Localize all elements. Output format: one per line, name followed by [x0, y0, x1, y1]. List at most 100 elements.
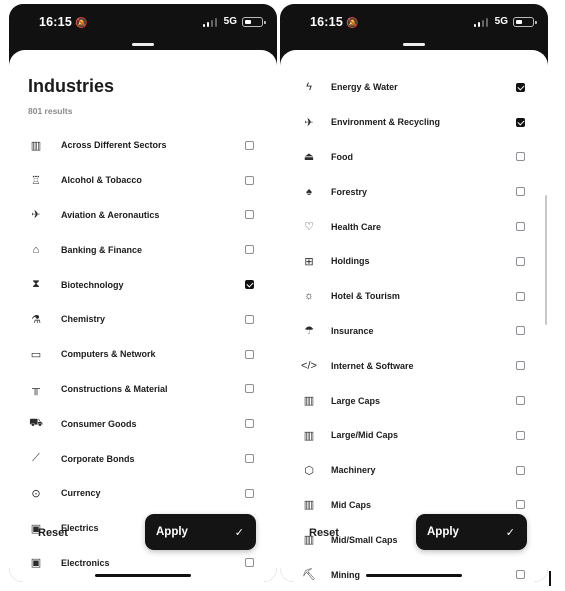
reset-button[interactable]: Reset	[309, 527, 339, 539]
item-label: Mid Caps	[331, 499, 372, 510]
item-checkbox[interactable]	[516, 430, 525, 440]
results-count: 801 results	[28, 106, 73, 116]
sheet-grabber[interactable]	[132, 43, 154, 46]
item-label: Biotechnology	[61, 279, 124, 290]
item-checkbox[interactable]	[516, 326, 525, 336]
left-phone-screen: 16:15 🔕 5G Industries 801 results ▥ Across…	[9, 4, 277, 582]
item-checkbox[interactable]	[245, 349, 254, 359]
item-checkbox[interactable]	[516, 570, 525, 580]
heart-icon: ♡	[304, 221, 314, 234]
list-item[interactable]: </> Internet & Software	[280, 348, 548, 383]
item-label: Large Caps	[331, 395, 381, 406]
list-item[interactable]: ϟ Energy & Water	[280, 70, 548, 105]
item-label: Chemistry	[61, 314, 106, 325]
item-checkbox[interactable]	[245, 384, 254, 394]
item-checkbox[interactable]	[516, 500, 525, 510]
sheet-grabber[interactable]	[403, 43, 425, 46]
item-checkbox[interactable]	[516, 187, 525, 197]
list-item[interactable]: ▥ Large/Mid Caps	[280, 418, 548, 453]
item-label: Machinery	[331, 465, 376, 476]
barrier-icon: ╥	[32, 382, 40, 395]
item-label: Food	[331, 151, 353, 162]
status-bar: 16:15 🔕 5G	[9, 4, 277, 40]
reset-button[interactable]: Reset	[38, 527, 68, 539]
item-label: Insurance	[331, 325, 374, 336]
item-checkbox[interactable]	[245, 245, 254, 255]
list-item[interactable]: ▭ Computers & Network	[9, 337, 277, 372]
list-item[interactable]: ✈ Aviation & Aeronautics	[9, 198, 277, 233]
building-icon: ▥	[30, 139, 42, 152]
item-label: Internet & Software	[331, 360, 414, 371]
item-label: Mid/Small Caps	[331, 534, 398, 545]
nodes-icon: ⊞	[304, 255, 314, 268]
industries-sheet: ϟ Energy & Water ✈ Environment & Recycling ⏏…	[280, 50, 548, 582]
page-title: Industries	[28, 76, 115, 96]
glass-icon: ♖	[31, 174, 41, 187]
item-label: Banking & Finance	[61, 244, 143, 255]
item-checkbox[interactable]	[245, 210, 254, 220]
item-checkbox[interactable]	[516, 291, 525, 301]
item-checkbox[interactable]	[516, 82, 525, 92]
umbrella-icon: ☂	[304, 325, 314, 338]
list-item[interactable]: ⟋ Corporate Bonds	[9, 441, 277, 476]
item-checkbox[interactable]	[245, 558, 254, 568]
item-checkbox[interactable]	[516, 465, 525, 475]
list-item[interactable]: ☼ Hotel & Tourism	[280, 279, 548, 314]
apply-label: Apply	[156, 526, 188, 538]
item-label: Corporate Bonds	[61, 453, 135, 464]
chart-icon: ⟋	[32, 452, 40, 465]
flask-icon: ⚗	[31, 313, 41, 326]
item-checkbox[interactable]	[245, 140, 254, 150]
item-checkbox[interactable]	[516, 256, 525, 266]
list-item[interactable]: ⧗ Biotechnology	[9, 267, 277, 302]
code-icon: </>	[301, 359, 317, 372]
item-checkbox[interactable]	[245, 454, 254, 464]
item-label: Alcohol & Tobacco	[61, 175, 142, 186]
tree-icon: ♠	[306, 185, 312, 198]
item-checkbox[interactable]	[245, 419, 254, 429]
list-item[interactable]: ⬡ Machinery	[280, 453, 548, 488]
item-checkbox[interactable]	[516, 152, 525, 162]
apply-button[interactable]: Apply ✓	[416, 514, 527, 550]
item-checkbox[interactable]	[245, 488, 254, 498]
apply-button[interactable]: Apply ✓	[145, 514, 256, 550]
list-item[interactable]: ♠ Forestry	[280, 174, 548, 209]
list-item[interactable]: ▥ Across Different Sectors	[9, 128, 277, 163]
checkmark-icon: ✓	[234, 526, 244, 539]
apply-label: Apply	[427, 526, 459, 538]
signal-icon	[202, 18, 217, 27]
list-item[interactable]: ╥ Constructions & Material	[9, 372, 277, 407]
item-checkbox[interactable]	[245, 175, 254, 185]
coin-icon: ⊙	[31, 487, 41, 500]
item-checkbox[interactable]	[516, 396, 525, 406]
item-checkbox[interactable]	[516, 222, 525, 232]
list-item[interactable]: ✈ Environment & Recycling	[280, 105, 548, 140]
list-item[interactable]: ⚗ Chemistry	[9, 302, 277, 337]
pickaxe-icon: ⛏	[302, 569, 316, 582]
list-item[interactable]: ♡ Health Care	[280, 209, 548, 244]
item-checkbox[interactable]	[516, 117, 525, 127]
item-label: Consumer Goods	[61, 418, 137, 429]
item-checkbox[interactable]	[516, 361, 525, 371]
item-checkbox[interactable]	[245, 314, 254, 324]
list-item[interactable]: ▥ Large Caps	[280, 383, 548, 418]
list-item[interactable]: ⊙ Currency	[9, 476, 277, 511]
list-item[interactable]: ⏏ Food	[280, 140, 548, 175]
circuit-icon: ▣	[30, 557, 42, 570]
list-item[interactable]: ⊞ Holdings	[280, 244, 548, 279]
laptop-icon: ▭	[30, 348, 42, 361]
list-item[interactable]: ♖ Alcohol & Tobacco	[9, 163, 277, 198]
list-item[interactable]: ⌂ Banking & Finance	[9, 232, 277, 267]
plane-icon: ✈	[31, 209, 41, 222]
scrollbar[interactable]	[545, 195, 547, 325]
airplane-icon: ✈	[304, 116, 314, 129]
item-checkbox[interactable]	[245, 280, 254, 290]
list-item[interactable]: ⛟ Consumer Goods	[9, 406, 277, 441]
gear-icon: ⬡	[304, 464, 314, 477]
list-item[interactable]: ☂ Insurance	[280, 314, 548, 349]
home-indicator	[95, 574, 191, 577]
list-item[interactable]: ⛏ Mining	[280, 557, 548, 582]
status-time: 16:15 🔕	[39, 15, 88, 29]
battery-icon	[513, 17, 537, 27]
item-label: Hotel & Tourism	[331, 291, 400, 302]
